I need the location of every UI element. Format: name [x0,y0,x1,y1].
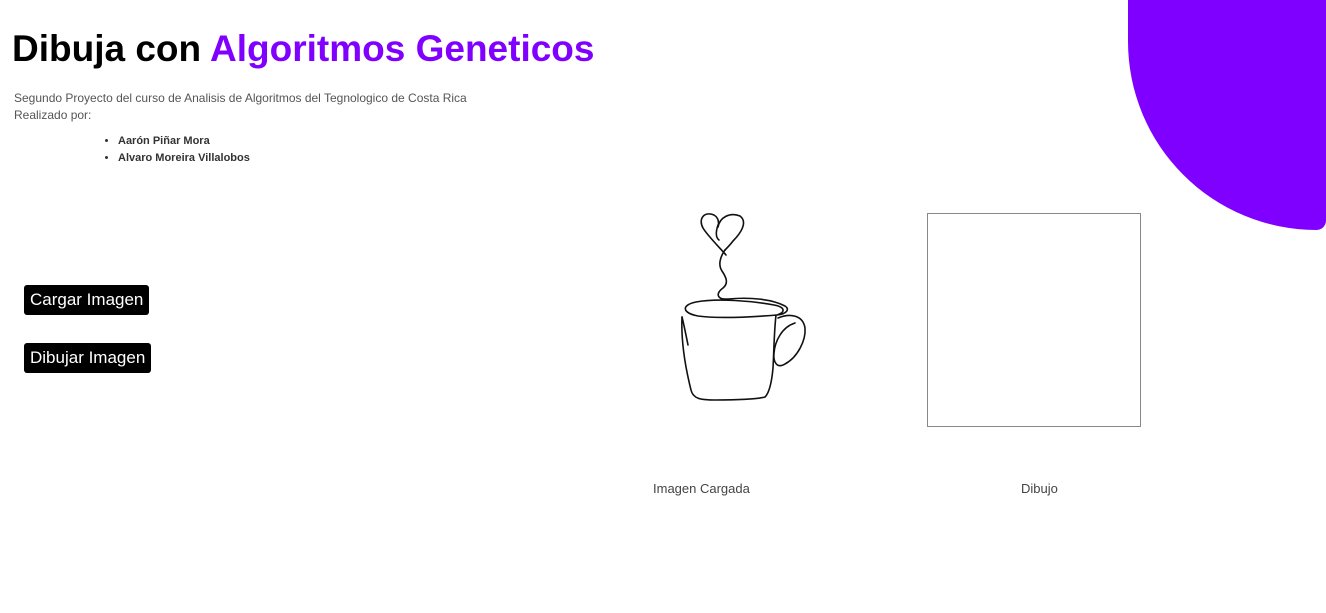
title-accent: Algoritmos Geneticos [210,28,595,69]
made-by-label: Realizado por: [14,108,92,122]
authors-list: Aarón Piñar Mora Alvaro Moreira Villalob… [78,133,250,167]
loaded-image-caption: Imagen Cargada [653,481,750,496]
drawing-caption: Dibujo [1021,481,1058,496]
draw-image-button[interactable]: Dibujar Imagen [24,343,152,373]
decorative-corner-shape [1128,0,1326,230]
loaded-image [681,213,806,401]
drawing-canvas [927,213,1141,427]
author-item: Aarón Piñar Mora [118,133,250,150]
load-image-button[interactable]: Cargar Imagen [24,285,150,315]
title-prefix: Dibuja con [12,28,211,69]
author-item: Alvaro Moreira Villalobos [118,150,250,167]
project-description: Segundo Proyecto del curso de Analisis d… [14,91,467,105]
page-title: Dibuja con Algoritmos Geneticos [12,26,594,72]
